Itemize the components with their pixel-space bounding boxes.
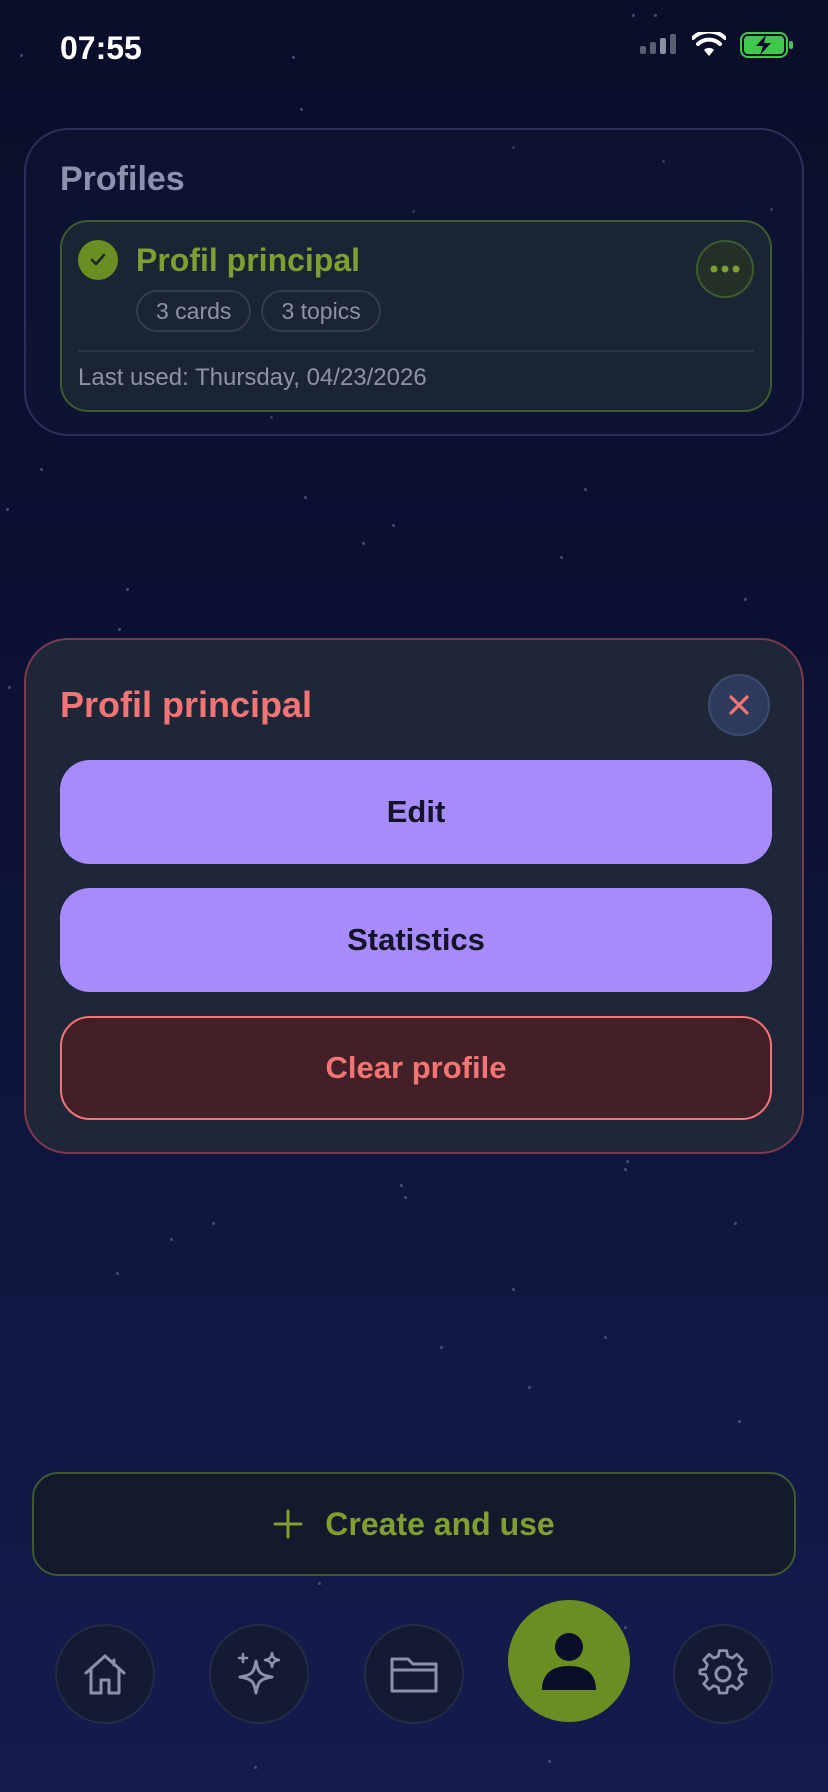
topics-count-chip: 3 topics: [261, 290, 381, 332]
last-used-text: Last used: Thursday, 04/23/2026: [78, 364, 427, 391]
status-time: 07:55: [60, 30, 142, 66]
profiles-title: Profiles: [60, 160, 185, 198]
profile-name: Profil principal: [136, 242, 361, 278]
close-icon: [729, 695, 749, 715]
statistics-button[interactable]: Statistics: [60, 888, 772, 992]
plus-icon: [273, 1509, 303, 1539]
clear-profile-button[interactable]: Clear profile: [60, 1016, 772, 1120]
profiles-card: Profiles Profil principal 3 cards 3 topi…: [24, 128, 804, 436]
divider: [78, 350, 754, 352]
gear-icon: [698, 1649, 748, 1695]
more-options-button[interactable]: [696, 240, 754, 298]
nav-folders[interactable]: [364, 1624, 464, 1724]
close-button[interactable]: [708, 674, 770, 736]
create-and-use-label: Create and use: [325, 1505, 555, 1542]
check-icon: [78, 240, 118, 280]
sparkles-icon: [237, 1651, 281, 1695]
create-and-use-button[interactable]: Create and use: [32, 1472, 796, 1576]
modal-title: Profil principal: [60, 684, 313, 725]
battery-charging-icon: [740, 32, 793, 58]
nav-home[interactable]: [55, 1624, 155, 1724]
profile-chips: 3 cards 3 topics: [136, 290, 381, 332]
folder-icon: [390, 1657, 438, 1693]
nav-profile[interactable]: [508, 1600, 630, 1722]
nav-settings[interactable]: [673, 1624, 773, 1724]
ellipsis-icon: [710, 265, 740, 273]
profile-item[interactable]: Profil principal 3 cards 3 topics Last u…: [60, 220, 772, 412]
cards-count-chip: 3 cards: [136, 290, 252, 332]
edit-button[interactable]: Edit: [60, 760, 772, 864]
status-icons: [638, 32, 794, 58]
person-icon: [542, 1633, 596, 1690]
profile-actions-modal: Profil principal Edit Statistics Clear p…: [24, 638, 804, 1154]
signal-icon: [640, 34, 676, 54]
nav-generate[interactable]: [209, 1624, 309, 1724]
wifi-icon: [692, 32, 726, 56]
home-icon: [84, 1654, 126, 1695]
